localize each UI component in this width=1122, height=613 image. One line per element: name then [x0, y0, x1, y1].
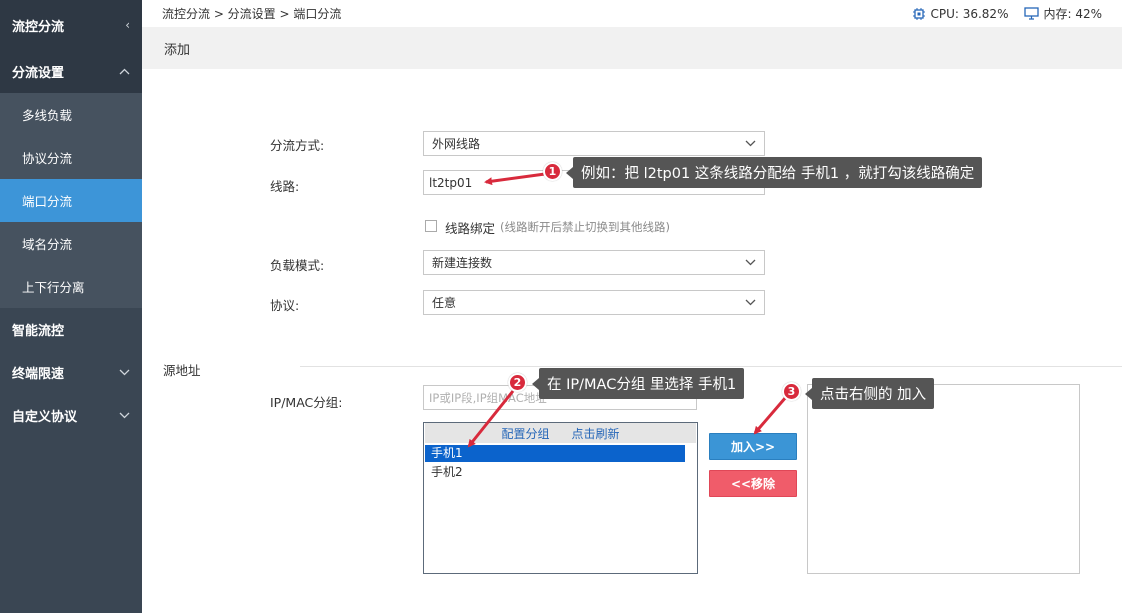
sidebar: 流控分流 ‹ 分流设置 多线负载 协议分流 端口分流 域名分流 上下行分离 智能… — [0, 0, 142, 613]
chevron-down-icon — [745, 259, 756, 266]
sidebar-item-port-split[interactable]: 端口分流 — [0, 179, 142, 222]
memory-value: 内存: 42% — [1043, 7, 1102, 21]
topbar: 流控分流 > 分流设置 > 端口分流 CPU: 36.82% 内存: 42% — [142, 0, 1122, 27]
group-listbox: 配置分组 点击刷新 手机1 手机2 — [423, 422, 698, 574]
callout-3: 点击右侧的 加入 — [804, 378, 935, 409]
step-1-badge: 1 — [543, 162, 562, 181]
protocol-select[interactable]: 任意 — [423, 290, 765, 315]
sidebar-item-label: 流控分流 — [12, 19, 65, 35]
load-mode-value: 新建连接数 — [432, 256, 493, 270]
list-item-phone1[interactable]: 手机1 — [425, 445, 685, 462]
chevron-up-icon — [119, 68, 130, 75]
breadcrumb: 流控分流 > 分流设置 > 端口分流 — [162, 7, 342, 21]
sidebar-item-label: 端口分流 — [22, 194, 73, 209]
sidebar-item-label: 多线负载 — [22, 108, 73, 123]
sidebar-item-label: 上下行分离 — [22, 280, 85, 295]
callout-2: 在 IP/MAC分组 里选择 手机1 — [531, 368, 745, 399]
sidebar-item-protocol-split[interactable]: 协议分流 — [0, 136, 142, 179]
sidebar-item-label: 自定义协议 — [12, 410, 78, 425]
mode-value: 外网线路 — [432, 137, 481, 151]
sidebar-item-custom-protocol[interactable]: 自定义协议 — [0, 394, 142, 437]
protocol-label: 协议: — [270, 298, 300, 313]
chevron-down-icon — [119, 369, 130, 376]
sidebar-item-smart-flow[interactable]: 智能流控 — [0, 308, 142, 351]
line-bind-checkbox[interactable] — [425, 220, 437, 232]
load-mode-select[interactable]: 新建连接数 — [423, 250, 765, 275]
sidebar-item-domain-split[interactable]: 域名分流 — [0, 222, 142, 265]
chevron-down-icon — [745, 140, 756, 147]
refresh-link[interactable]: 点击刷新 — [572, 425, 620, 442]
page-title: 添加 — [164, 42, 191, 58]
mode-select[interactable]: 外网线路 — [423, 131, 765, 156]
load-mode-label: 负载模式: — [270, 258, 325, 273]
sidebar-item-multiline-load[interactable]: 多线负载 — [0, 93, 142, 136]
source-section-title: 源地址 — [163, 363, 201, 378]
sidebar-item-label: 域名分流 — [22, 237, 73, 252]
selected-groups-box[interactable] — [807, 384, 1080, 574]
protocol-value: 任意 — [432, 296, 457, 310]
arrow-3 — [753, 396, 788, 435]
add-button[interactable]: 加入>> — [709, 433, 797, 460]
sidebar-item-label: 分流设置 — [12, 66, 65, 81]
sidebar-item-flow-control[interactable]: 流控分流 ‹ — [0, 0, 142, 50]
sidebar-item-terminal-limit[interactable]: 终端限速 — [0, 351, 142, 394]
divider — [300, 366, 1122, 367]
step-2-badge: 2 — [508, 373, 527, 392]
step-3-badge: 3 — [782, 382, 801, 401]
cpu-value: CPU: 36.82% — [930, 6, 1009, 21]
page-header: 添加 — [142, 27, 1122, 69]
sidebar-item-label: 协议分流 — [22, 151, 73, 166]
line-bind-label: 线路绑定 — [445, 221, 496, 236]
line-bind-hint: (线路断开后禁止切换到其他线路) — [500, 220, 670, 234]
sidebar-item-label: 智能流控 — [12, 324, 65, 339]
listbox-header: 配置分组 点击刷新 — [425, 423, 696, 443]
sidebar-item-label: 终端限速 — [12, 367, 65, 382]
config-group-link[interactable]: 配置分组 — [501, 425, 549, 442]
monitor-icon — [1024, 7, 1040, 20]
list-item-phone2[interactable]: 手机2 — [425, 464, 685, 481]
cpu-icon — [913, 7, 926, 20]
chevron-down-icon — [745, 299, 756, 306]
sidebar-item-updown-split[interactable]: 上下行分离 — [0, 265, 142, 308]
memory-status: 内存: 42% — [1024, 5, 1102, 22]
chevron-down-icon — [119, 412, 130, 419]
line-label: 线路: — [270, 179, 300, 194]
mode-label: 分流方式: — [270, 138, 325, 153]
callout-1: 例如：把 l2tp01 这条线路分配给 手机1 ，就打勾该线路确定 — [565, 157, 983, 188]
remove-button[interactable]: <<移除 — [709, 470, 797, 497]
cpu-status: CPU: 36.82% — [912, 7, 1008, 21]
chevron-left-icon: ‹ — [125, 18, 130, 32]
sidebar-item-split-settings[interactable]: 分流设置 — [0, 50, 142, 93]
ipmac-label: IP/MAC分组: — [270, 395, 343, 410]
